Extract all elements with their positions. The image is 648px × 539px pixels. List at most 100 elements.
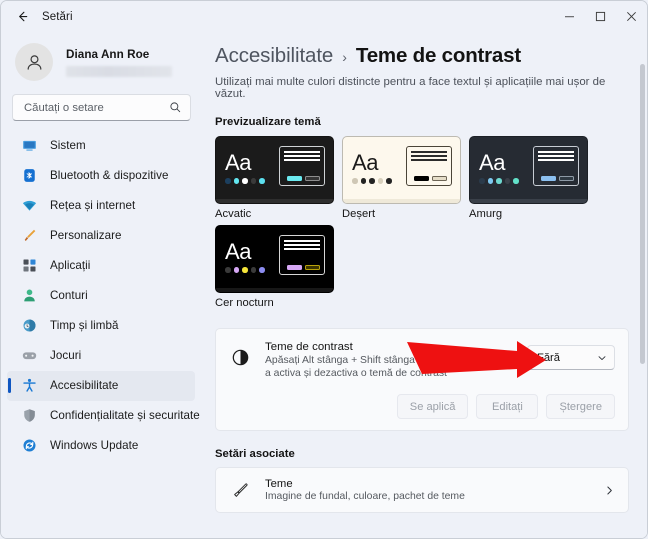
- theme-swatches: [352, 178, 392, 184]
- theme-card-acvatic[interactable]: Aa: [215, 136, 334, 204]
- back-button[interactable]: [7, 2, 37, 32]
- theme-cell: Aa: [215, 225, 334, 309]
- accounts-icon: [21, 287, 38, 304]
- related-settings-title: Setări asociate: [215, 448, 295, 460]
- sidebar-item-label: Jocuri: [50, 349, 82, 363]
- sidebar-item-conturi[interactable]: Conturi: [7, 281, 195, 311]
- update-icon: [21, 437, 38, 454]
- search-input[interactable]: Căutați o setare: [12, 94, 191, 121]
- theme-name: Amurg: [469, 208, 503, 220]
- bluetooth-icon: [21, 167, 38, 184]
- sidebar-item-label: Accesibilitate: [50, 379, 119, 393]
- theme-name: Acvatic: [215, 208, 252, 220]
- contrast-theme-actions: Se aplică Editați Ștergere: [229, 394, 615, 419]
- edit-button[interactable]: Editați: [476, 394, 539, 419]
- sidebar-item-jocuri[interactable]: Jocuri: [7, 341, 195, 371]
- avatar: [15, 43, 53, 81]
- sidebar-item-confidentialitate[interactable]: Confidențialitate și securitate: [7, 401, 200, 431]
- sidebar: Diana Ann Roe Căutați o setare Sistem Bl…: [1, 32, 201, 538]
- theme-card-amurg[interactable]: Aa: [469, 136, 588, 204]
- theme-cell: Aa: [342, 136, 461, 220]
- theme-card-cer-nocturn[interactable]: Aa: [215, 225, 334, 293]
- related-settings-item-subtitle: Imagine de fundal, culoare, pachet de te…: [265, 491, 465, 503]
- paintbrush-icon: [229, 479, 251, 501]
- gamepad-icon: [21, 347, 38, 364]
- theme-window-thumb: [279, 235, 325, 275]
- delete-button[interactable]: Ștergere: [546, 394, 615, 419]
- contrast-theme-title: Teme de contrast: [265, 341, 353, 353]
- sidebar-item-label: Aplicații: [50, 259, 91, 273]
- sidebar-item-label: Rețea și internet: [50, 199, 136, 213]
- search-placeholder: Căutați o setare: [24, 101, 104, 114]
- contrast-theme-row: Teme de contrast Apăsați Alt stânga + Sh…: [229, 341, 615, 380]
- theme-cell: Aa: [215, 136, 334, 220]
- related-settings-texts: Teme Imagine de fundal, culoare, pachet …: [265, 478, 604, 503]
- theme-swatches: [479, 178, 519, 184]
- theme-window-thumb: [279, 146, 325, 186]
- theme-card-desert[interactable]: Aa: [342, 136, 461, 204]
- theme-name: Deșert: [342, 208, 376, 220]
- contrast-icon: [229, 346, 251, 368]
- sidebar-nav: Sistem Bluetooth & dispozitive Rețea și …: [1, 131, 201, 461]
- search-container: Căutați o setare: [1, 90, 201, 131]
- sidebar-item-bluetooth[interactable]: Bluetooth & dispozitive: [7, 161, 195, 191]
- clock-globe-icon: [21, 317, 38, 334]
- back-arrow-icon: [18, 11, 27, 22]
- contrast-theme-dropdown[interactable]: Fără: [527, 345, 615, 370]
- profile-email-redacted: [66, 65, 172, 77]
- sidebar-item-label: Confidențialitate și securitate: [50, 409, 200, 423]
- sidebar-item-accesibilitate[interactable]: Accesibilitate: [7, 371, 195, 401]
- theme-swatches: [225, 267, 265, 273]
- sidebar-item-label: Conturi: [50, 289, 88, 303]
- content-pane: Accesibilitate › Teme de contrast Utiliz…: [201, 32, 647, 538]
- window-controls: [554, 1, 647, 32]
- paintbrush-icon: [21, 227, 38, 244]
- sidebar-item-label: Sistem: [50, 139, 86, 153]
- minimize-icon: [565, 16, 574, 18]
- preview-section-title: Previzualizare temă: [215, 116, 321, 128]
- sidebar-item-label: Timp și limbă: [50, 319, 119, 333]
- breadcrumb-separator-icon: ›: [342, 49, 347, 65]
- title-bar: Setări: [1, 1, 647, 32]
- contrast-theme-dropdown-value: Fără: [537, 351, 561, 364]
- apply-button[interactable]: Se aplică: [396, 394, 469, 419]
- content-scrollbar[interactable]: [640, 64, 645, 538]
- breadcrumb: Accesibilitate › Teme de contrast: [215, 44, 629, 68]
- shield-icon: [21, 407, 38, 424]
- related-settings-teme[interactable]: Teme Imagine de fundal, culoare, pachet …: [215, 467, 629, 513]
- contrast-theme-texts: Teme de contrast Apăsați Alt stânga + Sh…: [265, 341, 527, 380]
- theme-sample-text: Aa: [479, 150, 506, 176]
- breadcrumb-parent[interactable]: Accesibilitate: [215, 44, 333, 68]
- sidebar-item-label: Bluetooth & dispozitive: [50, 169, 169, 183]
- theme-name: Cer nocturn: [215, 297, 274, 309]
- sidebar-item-sistem[interactable]: Sistem: [7, 131, 195, 161]
- user-profile[interactable]: Diana Ann Roe: [1, 34, 201, 90]
- sidebar-item-windows-update[interactable]: Windows Update: [7, 431, 195, 461]
- profile-text: Diana Ann Roe: [66, 48, 172, 77]
- contrast-theme-subtitle: Apăsați Alt stânga + Shift stânga + Prin…: [265, 355, 517, 379]
- apps-icon: [21, 257, 38, 274]
- sidebar-item-aplicatii[interactable]: Aplicații: [7, 251, 195, 281]
- accessibility-icon: [21, 377, 38, 394]
- sidebar-item-personalizare[interactable]: Personalizare: [7, 221, 195, 251]
- close-button[interactable]: [616, 1, 647, 32]
- minimize-button[interactable]: [554, 1, 585, 32]
- chevron-down-icon: [597, 353, 607, 363]
- monitor-icon: [21, 137, 38, 154]
- page-title: Teme de contrast: [355, 44, 521, 67]
- sidebar-item-retea[interactable]: Rețea și internet: [7, 191, 195, 221]
- theme-sample-text: Aa: [225, 150, 252, 176]
- window-body: Diana Ann Roe Căutați o setare Sistem Bl…: [1, 32, 647, 538]
- sidebar-item-timp[interactable]: Timp și limbă: [7, 311, 195, 341]
- theme-sample-text: Aa: [352, 150, 379, 176]
- maximize-button[interactable]: [585, 1, 616, 32]
- related-settings-item-title: Teme: [265, 477, 293, 490]
- theme-window-thumb: [406, 146, 452, 186]
- theme-preview-grid: Aa Acvatic Aa Deșert Aa Amurg Aa Cer noc…: [215, 136, 629, 314]
- search-icon: [169, 101, 182, 114]
- theme-swatches: [225, 178, 265, 184]
- wifi-icon: [21, 197, 38, 214]
- chevron-right-icon: [604, 485, 615, 496]
- theme-cell: Aa: [469, 136, 588, 220]
- close-icon: [627, 12, 636, 21]
